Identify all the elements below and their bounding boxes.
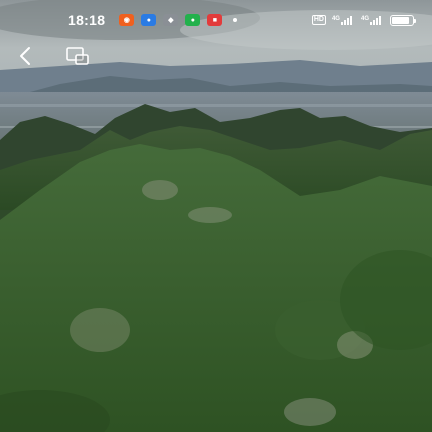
battery-level: [392, 16, 409, 24]
battery-icon: [390, 14, 416, 26]
picture-in-picture-button[interactable]: [64, 44, 92, 68]
back-button[interactable]: [14, 44, 38, 68]
notification-app-icon-orange: ◉: [119, 14, 135, 26]
notification-app-icon-gray: ◆: [163, 14, 179, 26]
notification-app-icon-red: ■: [207, 14, 223, 26]
notification-app-icon-green: ●: [185, 14, 201, 26]
signal-icon: 4G: [331, 15, 353, 25]
status-indicators: HD 4G 4G: [311, 14, 416, 26]
status-bar: 18:18 ◉ ● ◆ ● ■ HD 4G 4G: [0, 0, 432, 40]
more-notifications-dot-icon: [233, 18, 238, 22]
status-time: 18:18: [68, 12, 106, 28]
picture-in-picture-icon: [66, 47, 89, 65]
signal-icon-2: 4G: [360, 15, 382, 25]
hd-badge: HD: [311, 15, 326, 25]
notification-app-icon-blue: ●: [141, 14, 157, 26]
network-type-label-2: 4G: [360, 15, 369, 22]
network-type-label: 4G: [331, 15, 340, 22]
back-arrow-icon: [20, 47, 30, 65]
